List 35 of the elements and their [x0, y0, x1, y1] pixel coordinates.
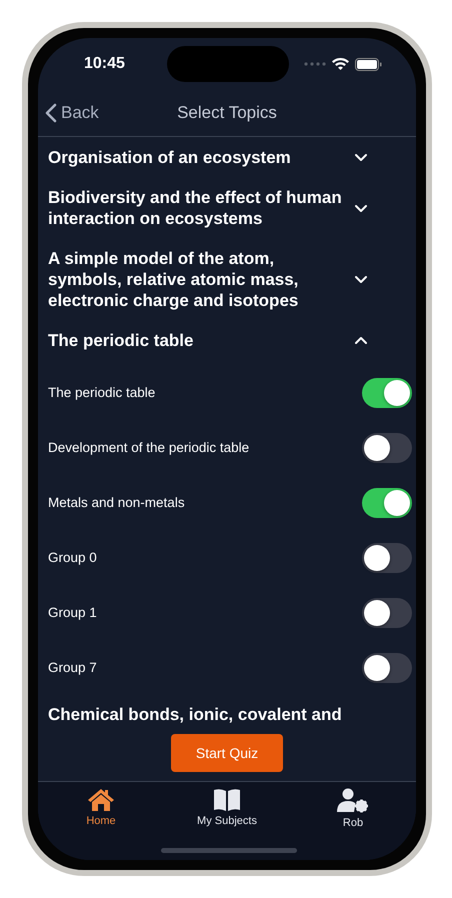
chevron-up-icon[interactable] [354, 335, 368, 346]
section-title[interactable]: Organisation of an ecosystem [48, 147, 348, 168]
toggle-switch[interactable] [362, 432, 412, 462]
section-title[interactable]: Chemical bonds, ionic, covalent and [48, 704, 348, 725]
section-title[interactable]: Biodiversity and the effect of human interaction on ecosystems [48, 187, 348, 229]
toggle-switch[interactable] [362, 598, 412, 628]
chevron-down-icon[interactable] [354, 152, 368, 163]
toggle-switch[interactable] [362, 542, 412, 572]
tab-item[interactable]: My Subjects [164, 782, 290, 860]
chevron-left-icon [45, 103, 57, 123]
topic-label: Group 0 [48, 550, 97, 565]
toggle-switch[interactable] [362, 378, 412, 408]
battery-icon [355, 58, 382, 70]
topic-label: Development of the periodic table [48, 440, 250, 455]
back-button[interactable]: Back [45, 103, 99, 123]
house-icon [87, 788, 115, 812]
status-time: 10:45 [84, 55, 125, 73]
tab-item[interactable]: Home [38, 782, 164, 860]
section-title[interactable]: A simple model of the atom, symbols, relative atomic mass, electronic charge and isotopes [48, 248, 348, 311]
start-quiz-button[interactable]: Start Quiz [171, 734, 283, 772]
screen-title: Select Topics [177, 103, 277, 122]
tab-item[interactable]: Rob [290, 782, 416, 860]
topic-label: Group 1 [48, 605, 97, 620]
toggle-switch[interactable] [362, 652, 412, 682]
book-icon [213, 788, 241, 812]
signal-dots-icon [304, 62, 326, 66]
chevron-down-icon[interactable] [354, 202, 368, 214]
topic-label: The periodic table [48, 385, 156, 400]
chevron-down-icon[interactable] [354, 274, 368, 285]
toggle-switch[interactable] [362, 488, 412, 518]
topic-label: Group 7 [48, 660, 97, 675]
user-gear-icon [337, 788, 369, 814]
section-title[interactable]: The periodic table [48, 330, 348, 351]
wifi-icon [332, 58, 349, 70]
topic-label: Metals and non-metals [48, 495, 185, 510]
